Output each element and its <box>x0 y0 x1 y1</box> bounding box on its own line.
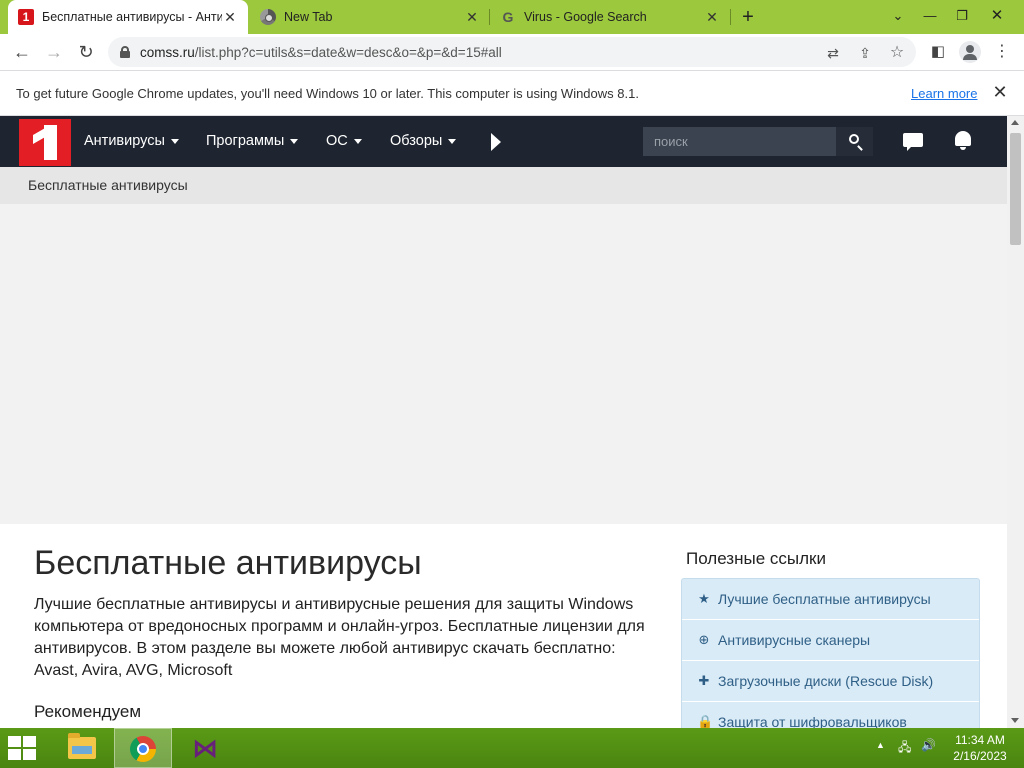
forward-arrow-icon[interactable]: → <box>40 38 68 66</box>
taskbar-visual-studio[interactable]: ⋈ <box>176 728 234 768</box>
clock-time: 11:34 AM <box>955 733 1005 747</box>
nav-item-os[interactable]: ОС <box>326 133 362 149</box>
tray-overflow-icon[interactable]: ▲ <box>876 740 885 750</box>
tab-divider <box>730 9 731 25</box>
useful-link-best-free[interactable]: ★ Лучшие бесплатные антивирусы <box>682 579 979 620</box>
magnifier-plus-icon: ⊕ <box>698 632 710 647</box>
close-tab-icon[interactable]: ✕ <box>704 9 720 26</box>
tab-new-tab[interactable]: New Tab ✕ <box>250 0 490 34</box>
ad-placeholder <box>0 204 1007 524</box>
useful-link-label: Лучшие бесплатные антивирусы <box>718 591 931 607</box>
network-icon[interactable]: 🖧 <box>898 738 911 759</box>
scrollbar-thumb[interactable] <box>1010 133 1021 245</box>
nav-item-antivirus[interactable]: Антивирусы <box>84 133 179 149</box>
side-panel-icon[interactable]: ◧ <box>927 41 949 63</box>
share-icon[interactable]: ⇪ <box>856 44 874 62</box>
chat-icon[interactable] <box>903 133 923 151</box>
browser-toolbar: ← → ↻ comss.ru/list.php?c=utils&s=date&w… <box>0 34 1024 70</box>
visual-studio-icon: ⋈ <box>192 733 218 763</box>
bookmark-star-icon[interactable]: ☆ <box>888 44 906 62</box>
scroll-down-arrow-icon[interactable] <box>1011 718 1019 723</box>
url-text[interactable]: comss.ru/list.php?c=utils&s=date&w=desc&… <box>140 45 502 60</box>
useful-link-label: Загрузочные диски (Rescue Disk) <box>718 673 934 689</box>
close-infobar-icon[interactable]: ✕ <box>989 81 1011 103</box>
close-window-icon[interactable]: ✕ <box>981 0 1013 34</box>
taskbar-file-explorer[interactable] <box>52 728 110 768</box>
caret-down-icon <box>290 138 299 144</box>
page-title: Бесплатные антивирусы <box>34 544 422 582</box>
star-icon: ★ <box>698 591 710 606</box>
useful-links-box: ★ Лучшие бесплатные антивирусы ⊕ Антивир… <box>681 578 980 728</box>
tab-google-search[interactable]: G Virus - Google Search ✕ <box>490 0 730 34</box>
windows-taskbar: ⋈ ▲ 🖧 🔊 11:34 AM 2/16/2023 <box>0 728 1024 768</box>
profile-avatar-icon[interactable] <box>959 41 981 63</box>
page-viewport: Антивирусы Программы ОС Обзоры Бесплатны… <box>0 116 1007 728</box>
nav-more-arrow-icon[interactable] <box>491 133 501 151</box>
tab-search-chevron-icon[interactable]: ⌄ <box>882 0 914 34</box>
site-search-input[interactable] <box>643 127 836 156</box>
new-tab-button[interactable]: + <box>737 6 759 28</box>
plus-circle-icon: ✚ <box>698 673 710 688</box>
chrome-icon <box>130 736 156 762</box>
comss-favicon-icon: 1 <box>18 9 34 25</box>
recommend-heading: Рекомендуем <box>34 702 142 721</box>
taskbar-clock[interactable]: 11:34 AM 2/16/2023 <box>948 732 1012 764</box>
caret-down-icon <box>170 138 179 144</box>
lock-icon[interactable] <box>120 46 130 58</box>
restore-icon[interactable]: ❐ <box>946 0 978 34</box>
tab-comss[interactable]: 1 Бесплатные антивирусы - Анти ✕ <box>8 0 248 34</box>
windows-start-icon[interactable] <box>8 736 38 760</box>
nav-item-reviews[interactable]: Обзоры <box>390 133 457 149</box>
chrome-favicon-icon <box>260 9 276 25</box>
close-tab-icon[interactable]: ✕ <box>464 9 480 26</box>
tab-title: Virus - Google Search <box>524 10 647 24</box>
minimize-icon[interactable]: — <box>914 0 946 34</box>
lock-icon: 🔒 <box>697 714 714 728</box>
breadcrumb-bar: Бесплатные антивирусы <box>0 167 1007 204</box>
caret-down-icon <box>448 138 457 144</box>
useful-link-scanners[interactable]: ⊕ Антивирусные сканеры <box>682 620 979 661</box>
main-content: Бесплатные антивирусы Лучшие бесплатные … <box>0 524 1007 728</box>
tab-strip: 1 Бесплатные антивирусы - Анти ✕ New Tab… <box>0 0 1024 34</box>
volume-icon[interactable]: 🔊 <box>921 738 936 752</box>
tab-title: New Tab <box>284 10 333 24</box>
back-arrow-icon[interactable]: ← <box>8 38 36 66</box>
bell-icon[interactable] <box>955 131 971 150</box>
useful-links-title: Полезные ссылки <box>686 549 826 568</box>
tab-title: Бесплатные антивирусы - Анти <box>42 10 222 24</box>
useful-link-rescue-disk[interactable]: ✚ Загрузочные диски (Rescue Disk) <box>682 661 979 702</box>
useful-link-label: Антивирусные сканеры <box>718 632 871 648</box>
taskbar-chrome[interactable] <box>114 728 172 768</box>
address-bar[interactable]: comss.ru/list.php?c=utils&s=date&w=desc&… <box>108 37 916 67</box>
learn-more-link[interactable]: Learn more <box>911 86 977 101</box>
useful-link-ransomware[interactable]: 🔒 Защита от шифровальщиков <box>682 702 979 728</box>
site-logo[interactable] <box>19 119 71 166</box>
reload-icon[interactable]: ↻ <box>72 38 100 66</box>
breadcrumb[interactable]: Бесплатные антивирусы <box>28 177 188 193</box>
clock-date: 2/16/2023 <box>953 749 1007 763</box>
close-tab-icon[interactable]: ✕ <box>222 9 238 26</box>
infobar-message: To get future Google Chrome updates, you… <box>16 86 639 101</box>
logo-one-glyph-icon <box>33 125 58 160</box>
intro-text: Лучшие бесплатные антивирусы и антивирус… <box>34 596 645 679</box>
useful-link-label: Защита от шифровальщиков <box>718 714 907 728</box>
site-search-button[interactable] <box>836 127 873 156</box>
file-explorer-icon <box>68 733 96 759</box>
search-icon <box>849 134 859 144</box>
page-scrollbar[interactable] <box>1007 116 1024 728</box>
menu-kebab-icon[interactable]: ⋮ <box>991 41 1013 63</box>
update-infobar: To get future Google Chrome updates, you… <box>0 70 1024 116</box>
translate-icon[interactable]: ⇄ <box>824 44 842 62</box>
site-navbar: Антивирусы Программы ОС Обзоры <box>0 116 1007 167</box>
nav-item-programs[interactable]: Программы <box>206 133 299 149</box>
scroll-up-arrow-icon[interactable] <box>1011 120 1019 125</box>
caret-down-icon <box>353 138 362 144</box>
google-favicon-icon: G <box>502 9 514 25</box>
